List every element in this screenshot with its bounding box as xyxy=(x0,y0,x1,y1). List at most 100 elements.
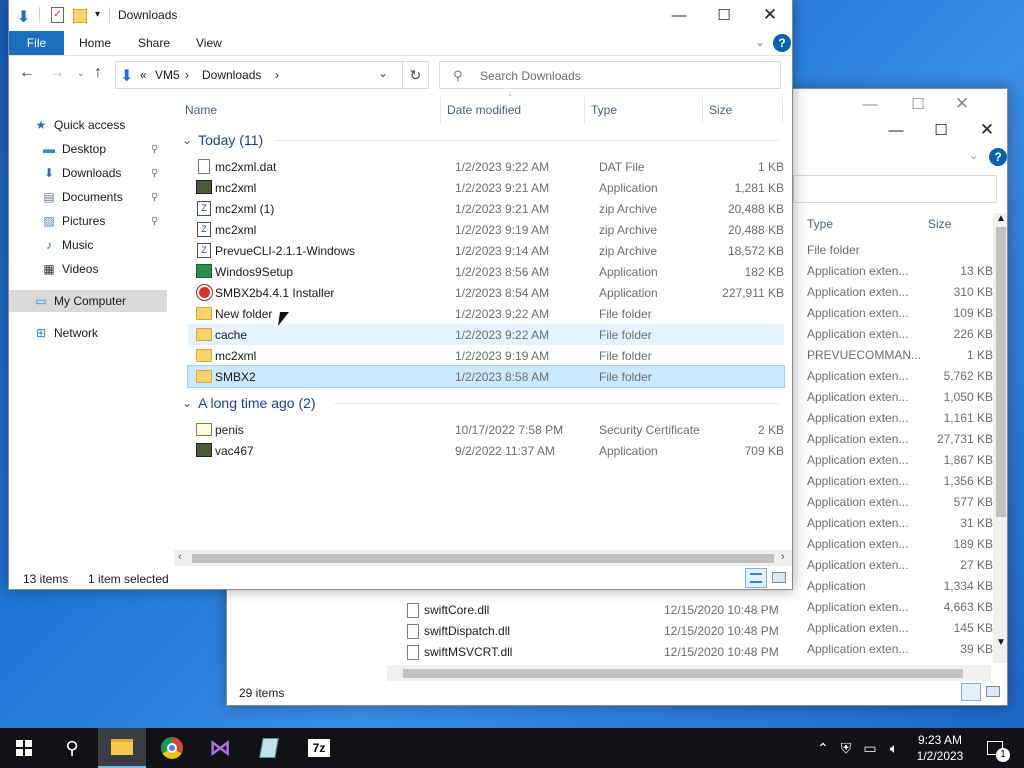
bg-table-row[interactable]: Application exten... 145 KB xyxy=(807,621,993,642)
bg-table-row[interactable]: Application 1,334 KB xyxy=(807,579,993,600)
bg-help-icon[interactable]: ? xyxy=(989,148,1007,166)
group-header[interactable]: ⌄ A long time ago (2) xyxy=(182,392,316,414)
ribbon-tab-share[interactable]: Share xyxy=(138,36,170,50)
address-dropdown-icon[interactable]: ⌄ xyxy=(378,66,388,80)
column-type[interactable]: Type xyxy=(585,97,703,123)
bg-table-row[interactable]: File folder xyxy=(807,243,993,264)
address-part-downloads[interactable]: Downloads xyxy=(202,68,261,82)
bg-table-row[interactable]: Application exten... 27,731 KB xyxy=(807,432,993,453)
file-row[interactable]: cache 1/2/2023 9:22 AM File folder xyxy=(188,324,784,345)
horizontal-scrollbar[interactable]: ‹ › xyxy=(174,550,792,566)
customize-toolbar-icon[interactable]: ▾ xyxy=(95,9,100,20)
hscroll-right-icon[interactable]: › xyxy=(781,551,785,563)
bg-table-row[interactable]: Application exten... 109 KB xyxy=(807,306,993,327)
download-arrow-icon[interactable]: ⬇ xyxy=(17,7,30,27)
group-collapse-icon[interactable]: ⌄ xyxy=(182,133,192,147)
address-separator-icon-2[interactable]: › xyxy=(275,68,279,82)
nav-item-pictures[interactable]: ▨ Pictures ⚲ xyxy=(9,210,167,232)
bg-close-button-2[interactable]: ✕ xyxy=(964,115,1007,145)
bg-table-row[interactable]: Application exten... 189 KB xyxy=(807,537,993,558)
nav-item-my-computer[interactable]: ▭ My Computer xyxy=(9,290,167,312)
bg-ribbon-chevron-icon[interactable]: ⌄ xyxy=(969,149,978,162)
bg-column-size[interactable]: Size xyxy=(928,217,951,231)
address-overflow[interactable]: « xyxy=(140,68,147,82)
properties-icon[interactable]: ✓ xyxy=(51,7,64,23)
bg-table-row[interactable]: Application exten... 1,161 KB xyxy=(807,411,993,432)
ribbon-tab-view[interactable]: View xyxy=(196,36,222,50)
bg-table-row[interactable]: Application exten... 39 KB xyxy=(807,642,993,663)
start-button[interactable] xyxy=(0,728,48,768)
pin-icon[interactable]: ⚲ xyxy=(151,144,158,155)
file-row[interactable]: Zmc2xml (1) 1/2/2023 9:21 AM zip Archive 20… xyxy=(174,198,784,219)
column-size[interactable]: Size xyxy=(703,97,783,123)
nav-item-quick-access[interactable]: ★ Quick access xyxy=(9,114,167,136)
back-button[interactable]: ← xyxy=(19,64,35,82)
bg-horizontal-scrollbar[interactable] xyxy=(387,665,991,681)
bg-table-row[interactable]: Application exten... 5,762 KB xyxy=(807,369,993,390)
bg-search-box[interactable] xyxy=(793,175,997,203)
bg-table-row[interactable]: Application exten... 1,867 KB xyxy=(807,453,993,474)
address-bar[interactable]: ⬇ « VM5 › Downloads › ⌄ xyxy=(115,61,403,89)
chrome-taskbar-icon[interactable] xyxy=(148,728,196,768)
file-row[interactable]: Windos9Setup 1/2/2023 8:56 AM Application 1… xyxy=(174,261,784,282)
file-row[interactable]: Z PrevueCLI-2.1.1-Windows 1/2/2023 9:14 AM… xyxy=(174,240,784,261)
search-box[interactable]: ⚲ Search Downloads xyxy=(439,61,781,89)
minimize-button[interactable]: — xyxy=(656,0,702,30)
hscroll-left-icon[interactable]: ‹ xyxy=(178,551,182,563)
maximize-button[interactable]: ☐ xyxy=(701,0,747,30)
new-folder-icon[interactable] xyxy=(73,9,87,23)
file-row[interactable]: mc2xml 1/2/2023 9:19 AM File folder xyxy=(174,345,784,366)
file-row[interactable]: mc2xml.dat 1/2/2023 9:22 AM DAT File 1 KB xyxy=(174,156,784,177)
bg-table-row[interactable]: Application exten... 1,050 KB xyxy=(807,390,993,411)
ribbon-tab-home[interactable]: Home xyxy=(79,36,111,50)
bg-table-row[interactable]: Application exten... 310 KB xyxy=(807,285,993,306)
bg-table-row[interactable]: Application exten... 27 KB xyxy=(807,558,993,579)
nav-item-documents[interactable]: ▤ Documents ⚲ xyxy=(9,186,167,208)
notepad-taskbar-icon[interactable] xyxy=(245,728,293,768)
file-row[interactable]: mc2xml 1/2/2023 9:21 AM Application 1,281 K… xyxy=(174,177,784,198)
bg-column-type[interactable]: Type xyxy=(807,217,833,231)
bg-vertical-scrollbar[interactable]: ▲ ▼ xyxy=(993,213,1007,663)
file-row[interactable]: penis 10/17/2022 7:58 PM Security Certific… xyxy=(174,419,784,440)
nav-item-desktop[interactable]: ▬ Desktop ⚲ xyxy=(9,138,167,160)
bg-scroll-up-icon[interactable]: ▲ xyxy=(996,213,1006,224)
bg-minimize-button-2[interactable]: — xyxy=(873,115,919,145)
file-row[interactable]: SMBX2b4.4.1 Installer 1/2/2023 8:54 AM App… xyxy=(174,282,784,303)
bg-large-icons-view-icon[interactable] xyxy=(986,686,1000,697)
group-collapse-icon[interactable]: ⌄ xyxy=(182,396,192,410)
bg-table-row[interactable]: Application exten... 4,663 KB xyxy=(807,600,993,621)
bg-table-row[interactable]: Application exten... 226 KB xyxy=(807,327,993,348)
close-button[interactable]: ✕ xyxy=(747,0,792,30)
bg-table-row[interactable]: PREVUECOMMAN... 1 KB xyxy=(807,348,993,369)
large-icons-view-icon[interactable] xyxy=(772,572,786,583)
column-date-modified[interactable]: Date modified xyxy=(441,97,585,123)
hscroll-thumb[interactable] xyxy=(192,554,774,563)
address-separator-icon[interactable]: › xyxy=(185,68,189,82)
file-explorer-taskbar-icon[interactable] xyxy=(98,728,146,768)
pin-icon[interactable]: ⚲ xyxy=(151,216,158,227)
bg-details-view-icon[interactable] xyxy=(961,683,981,701)
up-button[interactable]: ↑ xyxy=(94,64,102,82)
nav-item-music[interactable]: ♪ Music xyxy=(9,234,167,256)
address-part-vm5[interactable]: VM5 xyxy=(155,68,180,82)
bg-dll-row[interactable]: swiftCore.dll 12/15/2020 10:48 PM xyxy=(403,600,803,621)
nav-item-downloads[interactable]: ⬇ Downloads ⚲ xyxy=(9,162,167,184)
visual-studio-taskbar-icon[interactable]: ⋈ xyxy=(196,728,244,768)
help-icon[interactable]: ? xyxy=(773,34,791,52)
bg-table-row[interactable]: Application exten... 577 KB xyxy=(807,495,993,516)
bg-table-row[interactable]: Application exten... 13 KB xyxy=(807,264,993,285)
bg-dll-row[interactable]: swiftDispatch.dll 12/15/2020 10:48 PM xyxy=(403,621,803,642)
refresh-button[interactable]: ↻ xyxy=(403,61,429,89)
network-tray-icon[interactable]: ▭ xyxy=(860,728,880,768)
sevenzip-taskbar-icon[interactable]: 7z xyxy=(295,728,343,768)
pin-icon[interactable]: ⚲ xyxy=(151,192,158,203)
bg-table-row[interactable]: Application exten... 31 KB xyxy=(807,516,993,537)
column-name[interactable]: Name xyxy=(179,97,441,123)
bg-scroll-thumb[interactable] xyxy=(996,227,1006,517)
forward-button[interactable]: → xyxy=(49,64,65,82)
details-view-icon[interactable] xyxy=(745,568,767,588)
search-taskbar-icon[interactable]: ⚲ xyxy=(48,728,96,768)
group-header[interactable]: ⌄ Today (11) xyxy=(182,129,263,151)
clock[interactable]: 9:23 AM 1/2/2023 xyxy=(908,730,972,766)
bg-hscroll-thumb[interactable] xyxy=(403,669,963,678)
